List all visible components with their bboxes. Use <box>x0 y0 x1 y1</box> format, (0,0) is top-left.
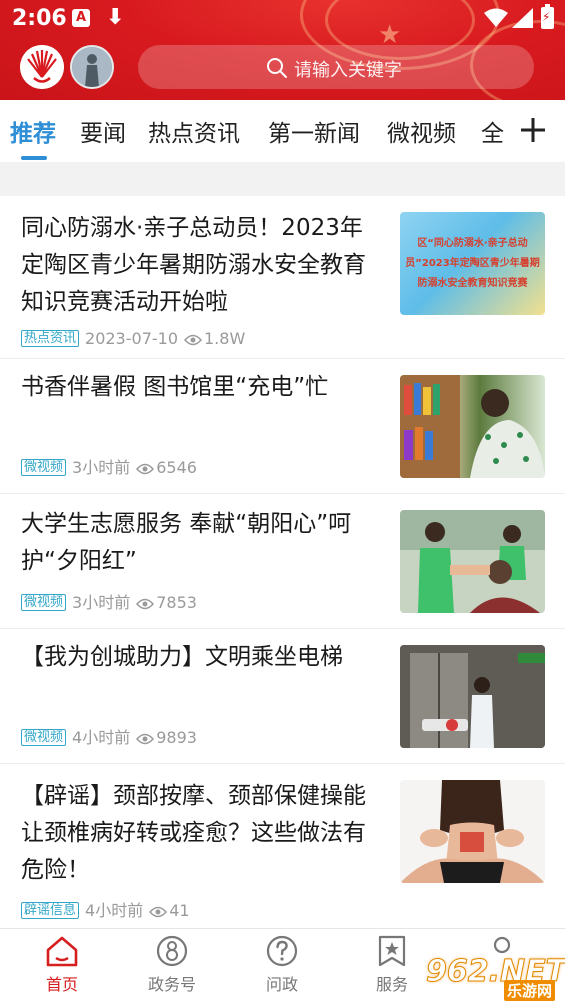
eye-icon <box>149 906 168 918</box>
user-avatar[interactable] <box>70 45 114 89</box>
tab-all[interactable]: 全 <box>481 114 504 148</box>
tab-hot-news[interactable]: 热点资讯 <box>148 114 240 148</box>
news-title: 大学生志愿服务 奉献“朝阳心”呵护“夕阳红” <box>21 511 352 574</box>
search-icon <box>267 58 287 78</box>
watermark-subtext: 乐游网 <box>504 980 556 1001</box>
service-icon <box>378 935 406 967</box>
news-title: 【辟谣】颈部按摩、颈部保健操能让颈椎病好转或痊愈？这些做法有危险！ <box>21 783 366 883</box>
signal-icon <box>512 8 533 28</box>
nav-inquiry[interactable]: 问政 <box>242 935 322 995</box>
news-meta: 热点资讯 2023-07-10 1.8W <box>21 329 245 348</box>
tab-micro-video[interactable]: 微视频 <box>387 114 456 148</box>
news-thumbnail <box>400 645 545 748</box>
thumbnail-caption: 区“同心防溺水·亲子总动员”2023年定陶区青少年暑期防溺水安全教育知识竞赛 <box>405 238 540 289</box>
category-tag: 热点资讯 <box>21 330 80 347</box>
view-count: 1.8W <box>204 329 246 348</box>
view-count: 9893 <box>156 728 197 747</box>
news-thumbnail <box>400 780 545 883</box>
news-title: 书香伴暑假 图书馆里“充电”忙 <box>21 374 329 400</box>
news-item[interactable]: 同心防溺水·亲子总动员！2023年定陶区青少年暑期防溺水安全教育知识竞赛活动开始… <box>0 196 565 359</box>
news-meta: 微视频 3小时前 6546 <box>21 454 197 478</box>
eye-icon <box>136 733 155 745</box>
battery-charging-icon <box>541 4 554 29</box>
home-icon <box>46 936 78 967</box>
nav-gov-account[interactable]: 政务号 <box>132 935 212 995</box>
elevator-photo <box>400 645 545 748</box>
nav-label: 首页 <box>45 975 78 994</box>
wifi-icon <box>484 8 508 27</box>
status-time: 2:06 <box>12 6 67 31</box>
active-tab-indicator <box>21 156 47 160</box>
download-icon: ⬇ <box>106 5 125 30</box>
app-notification-icon: A <box>72 9 90 27</box>
news-thumbnail <box>400 510 545 613</box>
statue-avatar-icon <box>72 47 112 87</box>
add-channel-button[interactable] <box>508 108 558 154</box>
tab-first-news[interactable]: 第一新闻 <box>268 114 360 148</box>
category-tag: 微视频 <box>21 729 67 746</box>
publish-time: 2023-07-10 <box>85 329 178 348</box>
news-item[interactable]: 大学生志愿服务 奉献“朝阳心”呵护“夕阳红” 微视频 3小时前 7853 <box>0 494 565 629</box>
category-tag: 微视频 <box>21 594 67 611</box>
publish-time: 3小时前 <box>72 458 131 477</box>
news-title: 同心防溺水·亲子总动员！2023年定陶区青少年暑期防溺水安全教育知识竞赛活动开始… <box>21 215 366 315</box>
app-header: ★ 2:06 A ⬇ ⚡ 请输入关键字 <box>0 0 565 100</box>
news-meta: 辟谣信息 4小时前 41 <box>21 897 190 921</box>
news-title: 【我为创城助力】文明乘坐电梯 <box>21 644 343 670</box>
library-photo <box>400 375 545 478</box>
tab-headlines[interactable]: 要闻 <box>80 114 126 148</box>
news-meta: 微视频 4小时前 9893 <box>21 724 197 748</box>
category-tabs: 推荐 要闻 热点资讯 第一新闻 微视频 全 <box>0 100 565 162</box>
nav-home[interactable]: 首页 <box>22 935 102 995</box>
news-thumbnail <box>400 375 545 478</box>
search-bar[interactable]: 请输入关键字 <box>138 45 534 89</box>
neck-massage-photo <box>400 780 545 883</box>
eye-icon <box>136 463 155 475</box>
app-logo[interactable] <box>20 45 64 89</box>
news-item[interactable]: 书香伴暑假 图书馆里“充电”忙 微视频 3小时前 6546 <box>0 359 565 494</box>
publish-time: 4小时前 <box>72 728 131 747</box>
search-placeholder: 请输入关键字 <box>294 60 402 81</box>
view-count: 6546 <box>156 458 197 477</box>
gov-account-icon <box>156 935 188 967</box>
news-thumbnail: 区“同心防溺水·亲子总动员”2023年定陶区青少年暑期防溺水安全教育知识竞赛 <box>400 212 545 315</box>
view-count: 41 <box>169 901 190 920</box>
nav-label: 政务号 <box>147 975 196 994</box>
volunteer-photo <box>400 510 545 613</box>
site-watermark: 962.NET 乐游网 <box>420 952 565 1001</box>
section-spacer <box>0 162 565 196</box>
category-tag: 微视频 <box>21 459 67 476</box>
eye-icon <box>184 334 202 346</box>
tab-recommend[interactable]: 推荐 <box>10 114 56 148</box>
plus-icon <box>521 118 545 142</box>
publish-time: 4小时前 <box>85 901 144 920</box>
eye-icon <box>136 598 155 610</box>
news-meta: 微视频 3小时前 7853 <box>21 589 197 613</box>
question-icon <box>266 935 298 967</box>
status-bar: 2:06 A ⬇ <box>0 0 565 40</box>
nav-label: 问政 <box>265 975 298 994</box>
category-tag: 辟谣信息 <box>21 902 80 919</box>
view-count: 7853 <box>156 593 197 612</box>
news-item[interactable]: 【我为创城助力】文明乘坐电梯 微视频 4小时前 9893 <box>0 629 565 764</box>
publish-time: 3小时前 <box>72 593 131 612</box>
news-item[interactable]: 【辟谣】颈部按摩、颈部保健操能让颈椎病好转或痊愈？这些做法有危险！ 辟谣信息 4小… <box>0 764 565 928</box>
peony-logo-icon <box>20 45 64 89</box>
